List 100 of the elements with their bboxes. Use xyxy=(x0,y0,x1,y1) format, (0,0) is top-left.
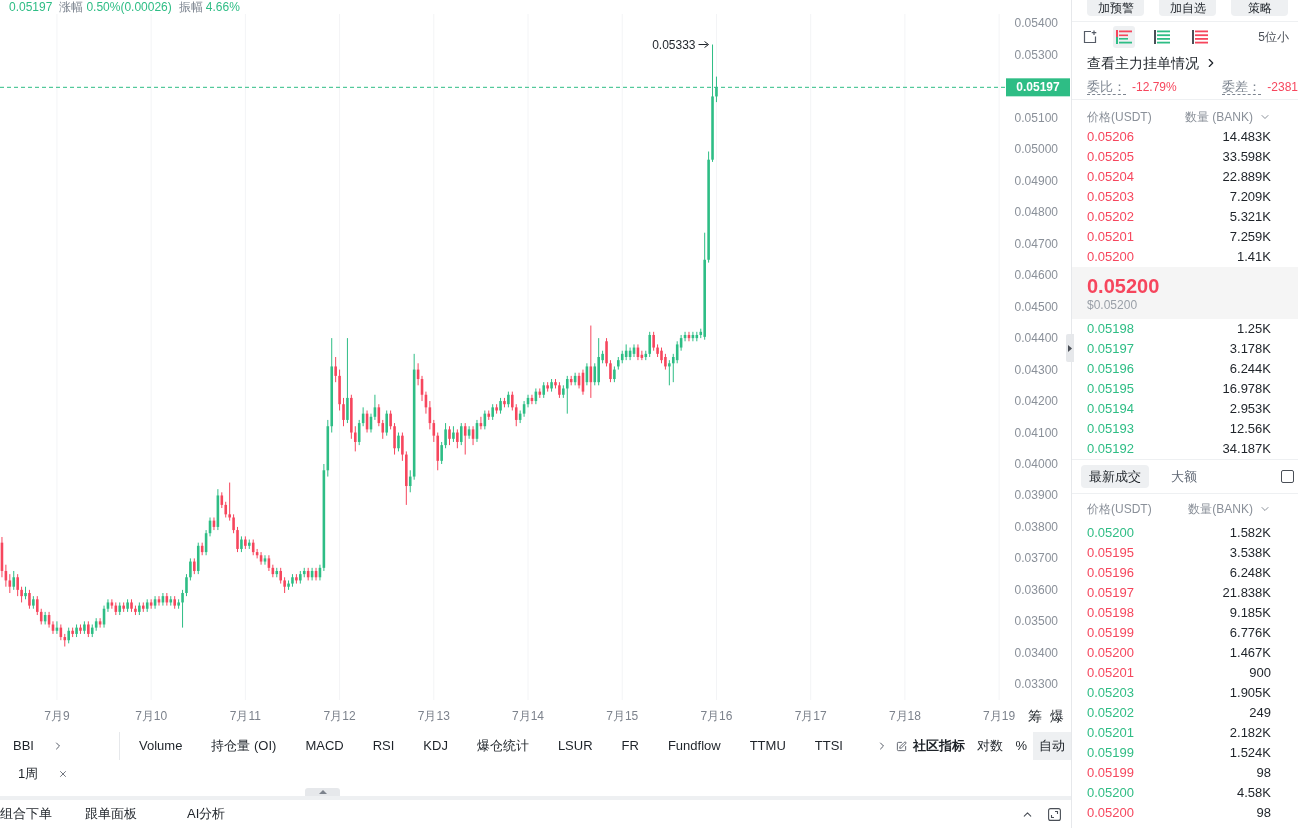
bottom-tab[interactable]: AI分析 xyxy=(187,804,226,824)
indicator-tab[interactable]: Fundflow xyxy=(667,738,721,754)
scale-mode-tab[interactable]: 对数 xyxy=(971,732,1010,760)
indicator-tab[interactable]: MACD xyxy=(305,738,344,754)
bids-list-icon xyxy=(1154,30,1170,44)
price-axis-label: 0.03900 xyxy=(1014,488,1058,503)
close-icon[interactable] xyxy=(58,769,69,779)
bid-price: 0.05193 xyxy=(1087,420,1134,438)
chart-tool-button[interactable]: 筹 xyxy=(1028,708,1042,724)
ask-price: 0.05203 xyxy=(1087,188,1134,206)
panel-toggle-button[interactable] xyxy=(1066,334,1074,362)
trade-quantity: 3.538K xyxy=(1229,544,1271,562)
diff-label: 委差： xyxy=(1222,78,1262,95)
trades-tab[interactable]: 大额 xyxy=(1163,465,1205,488)
stat-value: 0.05197 xyxy=(9,0,53,14)
trade-price: 0.05195 xyxy=(1087,544,1134,562)
caret-up-icon xyxy=(318,790,327,794)
trade-quantity: 9.185K xyxy=(1229,604,1271,622)
period-label: 1周 xyxy=(18,765,39,784)
price-axis-label: 0.04400 xyxy=(1014,331,1058,346)
high-price-label: 0.05333 xyxy=(652,37,696,52)
trade-price: 0.05203 xyxy=(1087,684,1134,702)
asks-list-icon xyxy=(1192,30,1208,44)
current-price-tag: 0.05197 xyxy=(1006,78,1070,97)
trade-quantity: 21.838K xyxy=(1222,584,1271,602)
square-plus-icon[interactable] xyxy=(1083,30,1097,44)
expand-icon[interactable] xyxy=(1048,807,1061,821)
trade-price: 0.05200 xyxy=(1087,644,1134,662)
price-axis-label: 0.04500 xyxy=(1014,299,1058,314)
trade-quantity: 1.467K xyxy=(1229,644,1271,662)
indicator-tab[interactable]: TTSI xyxy=(814,738,843,754)
resize-handle[interactable] xyxy=(305,788,340,796)
price-axis-label: 0.05400 xyxy=(1014,16,1058,31)
price-axis-label: 0.04200 xyxy=(1014,394,1058,409)
big-orders-link[interactable]: 查看主力挂单情况 xyxy=(1087,54,1218,72)
trade-price: 0.05201 xyxy=(1087,664,1134,682)
trades-tab[interactable]: 最新成交 xyxy=(1081,465,1149,488)
trade-quantity: 98 xyxy=(1256,764,1271,782)
ask-price: 0.05204 xyxy=(1087,168,1134,186)
scale-mode-tab[interactable]: 自动 xyxy=(1033,732,1071,760)
date-axis-label: 7月19 xyxy=(983,709,1016,723)
trade-price: 0.05200 xyxy=(1087,804,1134,822)
bottom-tab[interactable]: 跟单面板 xyxy=(85,804,187,824)
price-axis-label: 0.03800 xyxy=(1014,519,1058,534)
ref-line-label: 0.05197 xyxy=(1016,80,1061,95)
bottom-tab[interactable]: 组合下单 xyxy=(0,804,85,824)
date-axis-label: 7月11 xyxy=(229,709,261,723)
ask-quantity: 5.321K xyxy=(1229,208,1271,226)
bid-price: 0.05196 xyxy=(1087,360,1134,378)
edit-icon[interactable] xyxy=(896,740,908,752)
bid-price: 0.05198 xyxy=(1087,320,1134,338)
indicator-tab[interactable]: TTMU xyxy=(749,738,786,754)
indicator-tab[interactable]: RSI xyxy=(372,738,395,754)
price-axis-label: 0.04900 xyxy=(1014,173,1058,188)
indicator-tab[interactable]: KDJ xyxy=(423,738,448,754)
chart-tool-button[interactable]: 爆 xyxy=(1050,708,1064,724)
trade-price: 0.05196 xyxy=(1087,564,1134,582)
bid-price: 0.05197 xyxy=(1087,340,1134,358)
indicator-tab[interactable]: 持仓量 (OI) xyxy=(211,738,277,754)
action-button[interactable]: 加预警 xyxy=(1087,0,1144,16)
indicator-tab[interactable]: Volume xyxy=(139,738,183,754)
bid-quantity: 1.25K xyxy=(1237,320,1271,338)
date-axis-label: 7月17 xyxy=(794,709,827,723)
date-axis-label: 7月16 xyxy=(700,709,733,723)
precision-selector[interactable]: 5位小 xyxy=(1258,28,1289,46)
action-button[interactable]: 策略 xyxy=(1231,0,1288,16)
price-axis-label: 0.05100 xyxy=(1014,110,1058,125)
date-axis-label: 7月18 xyxy=(888,709,921,723)
price-axis-label: 0.04800 xyxy=(1014,205,1058,220)
indicator-tab[interactable]: 爆仓统计 xyxy=(476,738,529,754)
ratio-label: 委比： xyxy=(1087,78,1126,95)
stat-label: 振幅 xyxy=(178,0,203,14)
bid-price: 0.05192 xyxy=(1087,440,1134,458)
bid-quantity: 34.187K xyxy=(1222,440,1271,458)
trade-quantity: 900 xyxy=(1249,664,1271,682)
trade-price: 0.05198 xyxy=(1087,604,1134,622)
date-axis-label: 7月10 xyxy=(135,709,168,723)
trade-price: 0.05200 xyxy=(1087,524,1134,542)
indicator-tab[interactable]: FR xyxy=(621,738,639,754)
bid-price: 0.05195 xyxy=(1087,380,1134,398)
ask-quantity: 7.259K xyxy=(1229,228,1271,246)
bid-quantity: 2.953K xyxy=(1229,400,1271,418)
bid-quantity: 3.178K xyxy=(1229,340,1271,358)
price-axis-label: 0.05300 xyxy=(1014,47,1058,62)
ask-quantity: 22.889K xyxy=(1222,168,1271,186)
main-indicator-tab[interactable]: BBI xyxy=(13,738,34,754)
community-indicators-button[interactable]: 社区指标 xyxy=(913,738,966,754)
action-button[interactable]: 加自选 xyxy=(1159,0,1216,16)
ask-price: 0.05201 xyxy=(1087,228,1134,246)
quantity-column-header: 数量(BANK) xyxy=(1188,501,1253,518)
indicator-tab[interactable]: LSUR xyxy=(557,738,593,754)
price-axis-label: 0.03500 xyxy=(1014,614,1058,629)
trade-price: 0.05199 xyxy=(1087,624,1134,642)
last-price-usd: $0.05200 xyxy=(1087,298,1139,312)
trade-quantity: 2.182K xyxy=(1229,724,1271,742)
price-column-header: 价格(USDT) xyxy=(1087,501,1152,518)
price-axis-label: 0.03600 xyxy=(1014,582,1058,597)
scale-mode-tab[interactable]: % xyxy=(1009,732,1033,760)
stat-value: 0.50%(0.00026) xyxy=(86,0,172,14)
checkbox[interactable] xyxy=(1281,470,1294,483)
